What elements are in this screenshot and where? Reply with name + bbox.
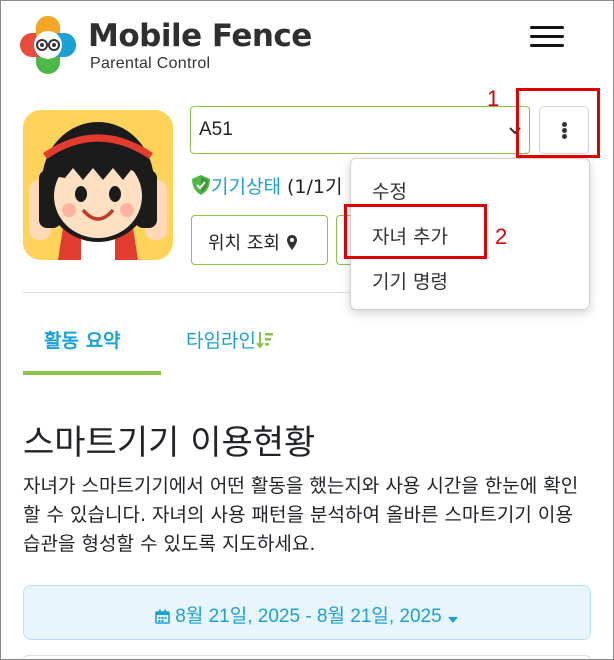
- device-status-count: (1/1기: [286, 176, 343, 198]
- child-avatar: [23, 110, 173, 260]
- sort-descending-icon: [256, 332, 273, 349]
- date-range-picker[interactable]: 8월 21일, 2025 - 8월 21일, 2025: [23, 585, 591, 640]
- hamburger-menu-icon[interactable]: [530, 26, 564, 48]
- device-select[interactable]: A51: [190, 106, 530, 154]
- annotation-number-2: 2: [495, 224, 508, 249]
- device-select-value: A51: [199, 119, 233, 140]
- shield-check-icon: [192, 175, 210, 195]
- annotation-box-1: [516, 88, 600, 158]
- device-status-link[interactable]: 기기상태: [211, 176, 281, 198]
- tab-timeline-label: 타임라인: [186, 330, 256, 352]
- date-range-label: 8월 21일, 2025 - 8월 21일, 2025: [175, 606, 442, 627]
- child-avatar-icon: [23, 110, 173, 260]
- annotation-number-1: 1: [487, 86, 500, 111]
- caret-down-icon: [447, 617, 458, 623]
- mobile-fence-logo: [20, 16, 76, 74]
- brand-subtitle: Parental Control: [90, 55, 211, 72]
- locate-button[interactable]: 위치 조회: [191, 215, 328, 265]
- calendar-icon: [155, 609, 170, 624]
- next-card-edge: [23, 655, 591, 660]
- menu-item-device-command[interactable]: 기기 명령: [372, 267, 448, 294]
- page-title: 스마트기기 이용현황: [23, 423, 316, 463]
- menu-item-edit[interactable]: 수정: [372, 177, 407, 204]
- annotation-box-2: [344, 204, 487, 259]
- tab-timeline[interactable]: 타임라인: [186, 326, 274, 353]
- active-tab-indicator: [23, 371, 161, 375]
- device-status: 기기상태 (1/1기: [191, 172, 351, 199]
- tab-activity-summary[interactable]: 활동 요약: [44, 326, 121, 353]
- brand-name: Mobile Fence: [88, 18, 312, 54]
- locate-button-label: 위치 조회: [208, 233, 280, 254]
- page-description: 자녀가 스마트기기에서 어떤 활동을 했는지와 사용 시간을 한눈에 확인할 수…: [23, 475, 579, 555]
- map-marker-icon: [286, 235, 297, 250]
